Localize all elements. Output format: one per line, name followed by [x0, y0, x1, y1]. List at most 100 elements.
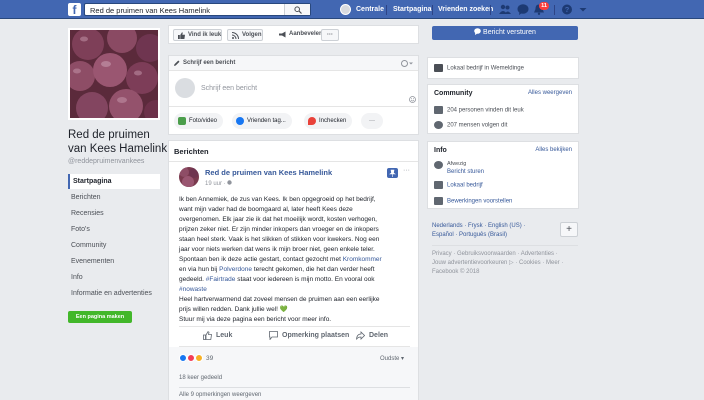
comment-order-value: Oudste: [380, 356, 400, 362]
language-links-line-1[interactable]: Nederlands · Frysk · English (US) ·: [432, 222, 552, 231]
messenger-icon[interactable]: [517, 4, 529, 15]
post-author-avatar[interactable]: [179, 167, 199, 187]
nav-recensies[interactable]: Recensies: [68, 206, 160, 221]
recommend-button[interactable]: Aanbevelen: [275, 29, 323, 41]
like-label: Leuk: [216, 332, 233, 339]
divider: [432, 5, 433, 15]
reactions-area: 39 Oudste ▾ 18 keer gedeeld Alle 9 opmer…: [169, 347, 418, 400]
like-button[interactable]: Leuk: [203, 331, 233, 340]
photo-video-button[interactable]: Foto/video: [174, 113, 224, 129]
search-button[interactable]: [284, 4, 310, 15]
audience-selector-icon[interactable]: [401, 60, 413, 67]
post-line: gedeeld. #Fairtrade staat voor iedereen …: [179, 275, 415, 285]
nav-home-link[interactable]: Startpagina: [393, 6, 432, 13]
post-line: Ik ben Annemiek, de zus van Kees. Ik ben…: [179, 196, 376, 203]
fairtrade-hashtag[interactable]: #Fairtrade: [206, 276, 236, 283]
post-line: prijzen zeker niet. Er zijn minder inkop…: [179, 226, 379, 233]
plums-photo: [70, 30, 158, 118]
footer-line-2[interactable]: Jouw advertentievoorkeuren ▷ · Cookies ·…: [432, 259, 578, 268]
suggest-edits-row: Bewerkingen voorstellen: [434, 197, 512, 205]
page-handle[interactable]: @reddepruimenvankees: [68, 158, 144, 165]
community-see-all-link[interactable]: Alles weergeven: [528, 90, 572, 96]
create-page-button[interactable]: Een pagina maken: [68, 311, 132, 323]
share-icon: [356, 331, 365, 340]
share-button[interactable]: Delen: [356, 331, 388, 340]
help-icon[interactable]: ?: [561, 4, 573, 15]
post-text-fragment: gedeeld.: [179, 276, 204, 283]
nav-photos[interactable]: Foto's: [68, 222, 160, 237]
info-see-all-link[interactable]: Alles bekijken: [535, 147, 572, 153]
nav-startpagina[interactable]: Startpagina: [68, 174, 160, 189]
comment-icon: [269, 331, 278, 340]
post-composer: Schrijf een bericht Schrijf een bericht …: [168, 55, 419, 135]
account-menu-chevron-down-icon[interactable]: [577, 4, 589, 15]
friend-requests-icon[interactable]: [499, 4, 511, 15]
emoji-icon[interactable]: [409, 96, 416, 103]
post-timestamp[interactable]: 19 uur ·: [205, 180, 233, 187]
thumbs-up-icon: [434, 106, 443, 114]
thumbs-up-icon: [203, 331, 212, 340]
profile-name: Centrale: [356, 6, 385, 13]
comment-button[interactable]: Opmerking plaatsen: [269, 331, 349, 340]
liked-button[interactable]: Vind ik leuk: [173, 29, 223, 41]
profile-picture[interactable]: [68, 28, 160, 120]
top-navigation-bar: f Red de pruimen van Kees Hamelink Centr…: [0, 0, 704, 19]
liked-label: Vind ik leuk: [188, 32, 222, 38]
post-author[interactable]: Red de pruimen van Kees Hamelink: [205, 168, 332, 177]
post-text-fragment: Spontaan ben ik deze actie gestart, cont…: [179, 256, 341, 263]
love-reaction-icon[interactable]: [187, 354, 195, 362]
write-post-tab[interactable]: Schrijf een bericht: [183, 60, 235, 66]
nav-evenementen[interactable]: Evenementen: [68, 254, 160, 269]
search-input[interactable]: Red de pruimen van Kees Hamelink: [84, 3, 311, 16]
more-actions-button[interactable]: ···: [321, 29, 339, 41]
nowaste-hashtag[interactable]: #nowaste: [179, 286, 207, 293]
follow-button[interactable]: Volgen: [227, 29, 263, 41]
post-line: Stuur mij via deze pagina een bericht vo…: [179, 316, 332, 323]
reaction-count[interactable]: 39: [206, 355, 213, 362]
like-reaction-icon[interactable]: [179, 354, 187, 362]
composer-avatar: [175, 78, 195, 98]
composer-more-button[interactable]: ···: [361, 113, 383, 129]
post-options-button[interactable]: ···: [403, 167, 410, 174]
nav-info[interactable]: Info: [68, 270, 160, 285]
divider: [386, 5, 387, 15]
nav-info-and-ads[interactable]: Informatie en advertenties: [68, 286, 160, 301]
avatar: [340, 4, 351, 15]
community-title: Community: [434, 90, 473, 97]
tag-friends-button[interactable]: Vrienden tag...: [232, 113, 292, 129]
nav-community[interactable]: Community: [68, 238, 160, 253]
send-message-button[interactable]: Bericht versturen: [432, 26, 578, 40]
comment-order-select[interactable]: Oudste ▾: [380, 355, 404, 362]
wow-reaction-icon[interactable]: [195, 354, 203, 362]
composer-input[interactable]: Schrijf een bericht: [201, 85, 257, 92]
send-message-link[interactable]: Bericht sturen: [447, 168, 484, 176]
nav-berichten[interactable]: Berichten: [68, 190, 160, 205]
likes-text: 204 personen vinden dit leuk: [447, 107, 524, 114]
likes-row: 204 personen vinden dit leuk: [434, 106, 524, 114]
store-icon: [434, 64, 443, 72]
post-line: overgenomen. Elk jaar zie ik dat het moe…: [179, 216, 377, 223]
suggest-edits-link[interactable]: Bewerkingen voorstellen: [447, 199, 512, 205]
svg-text:?: ?: [565, 5, 570, 14]
check-in-button[interactable]: Inchecken: [304, 113, 353, 129]
pinned-post-icon[interactable]: [387, 168, 398, 178]
post-text-fragment: prijs willen redden. Dank jullie wel!: [179, 306, 278, 313]
language-links-line-2[interactable]: Español · Português (Brasil): [432, 231, 552, 240]
facebook-logo[interactable]: f: [68, 3, 81, 16]
post-time-text: 19 uur: [205, 181, 223, 187]
followers-icon: [434, 121, 443, 129]
polverdone-link[interactable]: Polverdone: [219, 266, 252, 273]
divider: [432, 245, 578, 246]
share-count[interactable]: 18 keer gedeeld: [179, 375, 222, 381]
tag-friends-icon: [236, 117, 244, 125]
footer-line-1[interactable]: Privacy · Gebruiksvoorwaarden · Adverten…: [432, 250, 578, 259]
add-language-button[interactable]: +: [560, 222, 578, 237]
nav-find-friends-link[interactable]: Vrienden zoeken: [438, 6, 493, 13]
pencil-icon: [434, 197, 443, 205]
kromkommer-link[interactable]: Kromkommer: [343, 256, 382, 263]
post-line: staan heel sterk. Vaak is het slikken of…: [179, 236, 380, 243]
page-action-bar: Vind ik leuk Volgen Aanbevelen ···: [168, 25, 419, 44]
view-comments-link[interactable]: Alle 9 opmerkingen weergeven: [179, 392, 261, 398]
category-link[interactable]: Lokaal bedrijf: [447, 183, 483, 189]
info-title: Info: [434, 147, 447, 154]
